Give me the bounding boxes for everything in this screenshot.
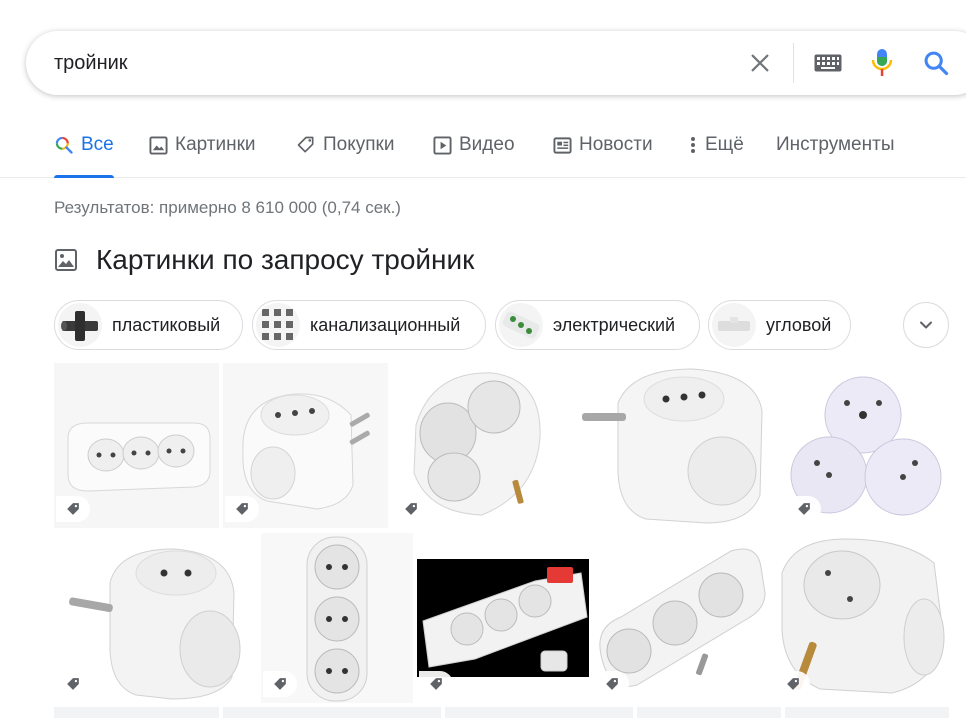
clear-button[interactable] xyxy=(744,47,776,79)
image-result[interactable] xyxy=(223,707,441,718)
play-icon xyxy=(432,134,452,156)
tab-label: Видео xyxy=(459,134,515,155)
tag-icon xyxy=(236,503,248,515)
chip-label: пластиковый xyxy=(112,314,221,335)
images-section-title: Картинки по запросу тройник xyxy=(96,244,475,275)
tab-images[interactable]: Картинки xyxy=(148,134,256,178)
chip-sewer[interactable]: канализационный xyxy=(252,300,486,350)
search-input[interactable] xyxy=(54,49,734,77)
result-stats: Результатов: примерно 8 610 000 (0,74 се… xyxy=(54,198,401,217)
chips-scroll-button[interactable] xyxy=(903,302,949,348)
image-result[interactable] xyxy=(593,533,770,703)
voice-search-button[interactable] xyxy=(866,45,898,81)
search-button[interactable] xyxy=(918,45,954,81)
news-icon xyxy=(552,134,572,156)
tab-label: Картинки xyxy=(175,134,256,155)
chip-label: канализационный xyxy=(310,314,461,335)
chip-thumbnail xyxy=(712,303,756,347)
tab-tools[interactable]: Инструменты xyxy=(776,134,894,178)
image-result[interactable] xyxy=(392,363,558,528)
tab-news[interactable]: Новости xyxy=(552,134,653,178)
product-tag-badge xyxy=(787,496,821,522)
product-tag-badge xyxy=(225,496,259,522)
product-tag-badge xyxy=(419,671,453,697)
tag-icon xyxy=(274,678,286,690)
chip-thumbnail xyxy=(256,303,300,347)
tab-label: Инструменты xyxy=(776,134,895,155)
tag-icon xyxy=(430,678,442,690)
active-tab-indicator xyxy=(54,175,114,178)
chevron-down-icon xyxy=(920,321,932,329)
microphone-icon xyxy=(871,49,893,76)
product-tag-badge xyxy=(56,671,90,697)
tab-label: Покупки xyxy=(323,134,395,155)
chip-label: угловой xyxy=(766,314,832,335)
tee-adapter-image xyxy=(562,363,781,528)
tab-more[interactable]: Ещё xyxy=(688,134,744,178)
tag-icon xyxy=(296,134,316,156)
product-tag-badge xyxy=(394,496,428,522)
search-icon xyxy=(54,134,74,156)
tag-icon xyxy=(67,503,79,515)
product-tag-badge xyxy=(776,671,810,697)
more-vert-icon xyxy=(688,134,698,156)
image-result[interactable] xyxy=(785,707,949,718)
product-tag-badge xyxy=(595,671,629,697)
chip-label: электрический xyxy=(553,314,676,335)
image-result[interactable] xyxy=(54,707,219,718)
tag-icon xyxy=(67,678,79,690)
tag-icon xyxy=(405,503,417,515)
tab-video[interactable]: Видео xyxy=(432,134,515,178)
image-result[interactable] xyxy=(562,363,781,528)
tag-icon xyxy=(606,678,618,690)
image-result[interactable] xyxy=(261,533,413,703)
images-section-header: Картинки по запросу тройник xyxy=(54,244,474,276)
chip-thumbnail xyxy=(499,303,543,347)
tag-icon xyxy=(787,678,799,690)
image-result[interactable] xyxy=(637,707,781,718)
image-result[interactable] xyxy=(774,533,949,703)
search-box[interactable] xyxy=(26,31,966,95)
tab-label: Ещё xyxy=(705,134,744,155)
keyboard-icon xyxy=(814,54,842,72)
product-tag-badge xyxy=(56,496,90,522)
product-tag-badge xyxy=(263,671,297,697)
image-result[interactable] xyxy=(445,707,633,718)
keyboard-button[interactable] xyxy=(808,47,848,79)
chip-angled[interactable]: угловой xyxy=(708,300,851,350)
related-chips: пластиковый канализационный электрически… xyxy=(54,300,966,350)
image-result[interactable] xyxy=(417,533,589,703)
image-result[interactable] xyxy=(785,363,949,528)
tab-label: Новости xyxy=(579,134,653,155)
image-icon xyxy=(148,134,168,156)
image-icon xyxy=(55,249,77,271)
image-result[interactable] xyxy=(223,363,388,528)
search-tabs: Все Картинки Покупки Видео Новости Ещё И… xyxy=(0,118,966,178)
tab-shopping[interactable]: Покупки xyxy=(296,134,394,178)
chip-electric[interactable]: электрический xyxy=(495,300,700,350)
tag-icon xyxy=(798,503,810,515)
close-icon xyxy=(751,54,769,72)
image-result[interactable] xyxy=(54,363,219,528)
search-divider xyxy=(793,43,794,83)
chip-thumbnail xyxy=(58,303,102,347)
search-icon xyxy=(924,51,949,76)
tab-label: Все xyxy=(81,134,114,155)
chip-plastic[interactable]: пластиковый xyxy=(54,300,243,350)
tab-all[interactable]: Все xyxy=(54,134,114,178)
image-result[interactable] xyxy=(54,533,257,703)
